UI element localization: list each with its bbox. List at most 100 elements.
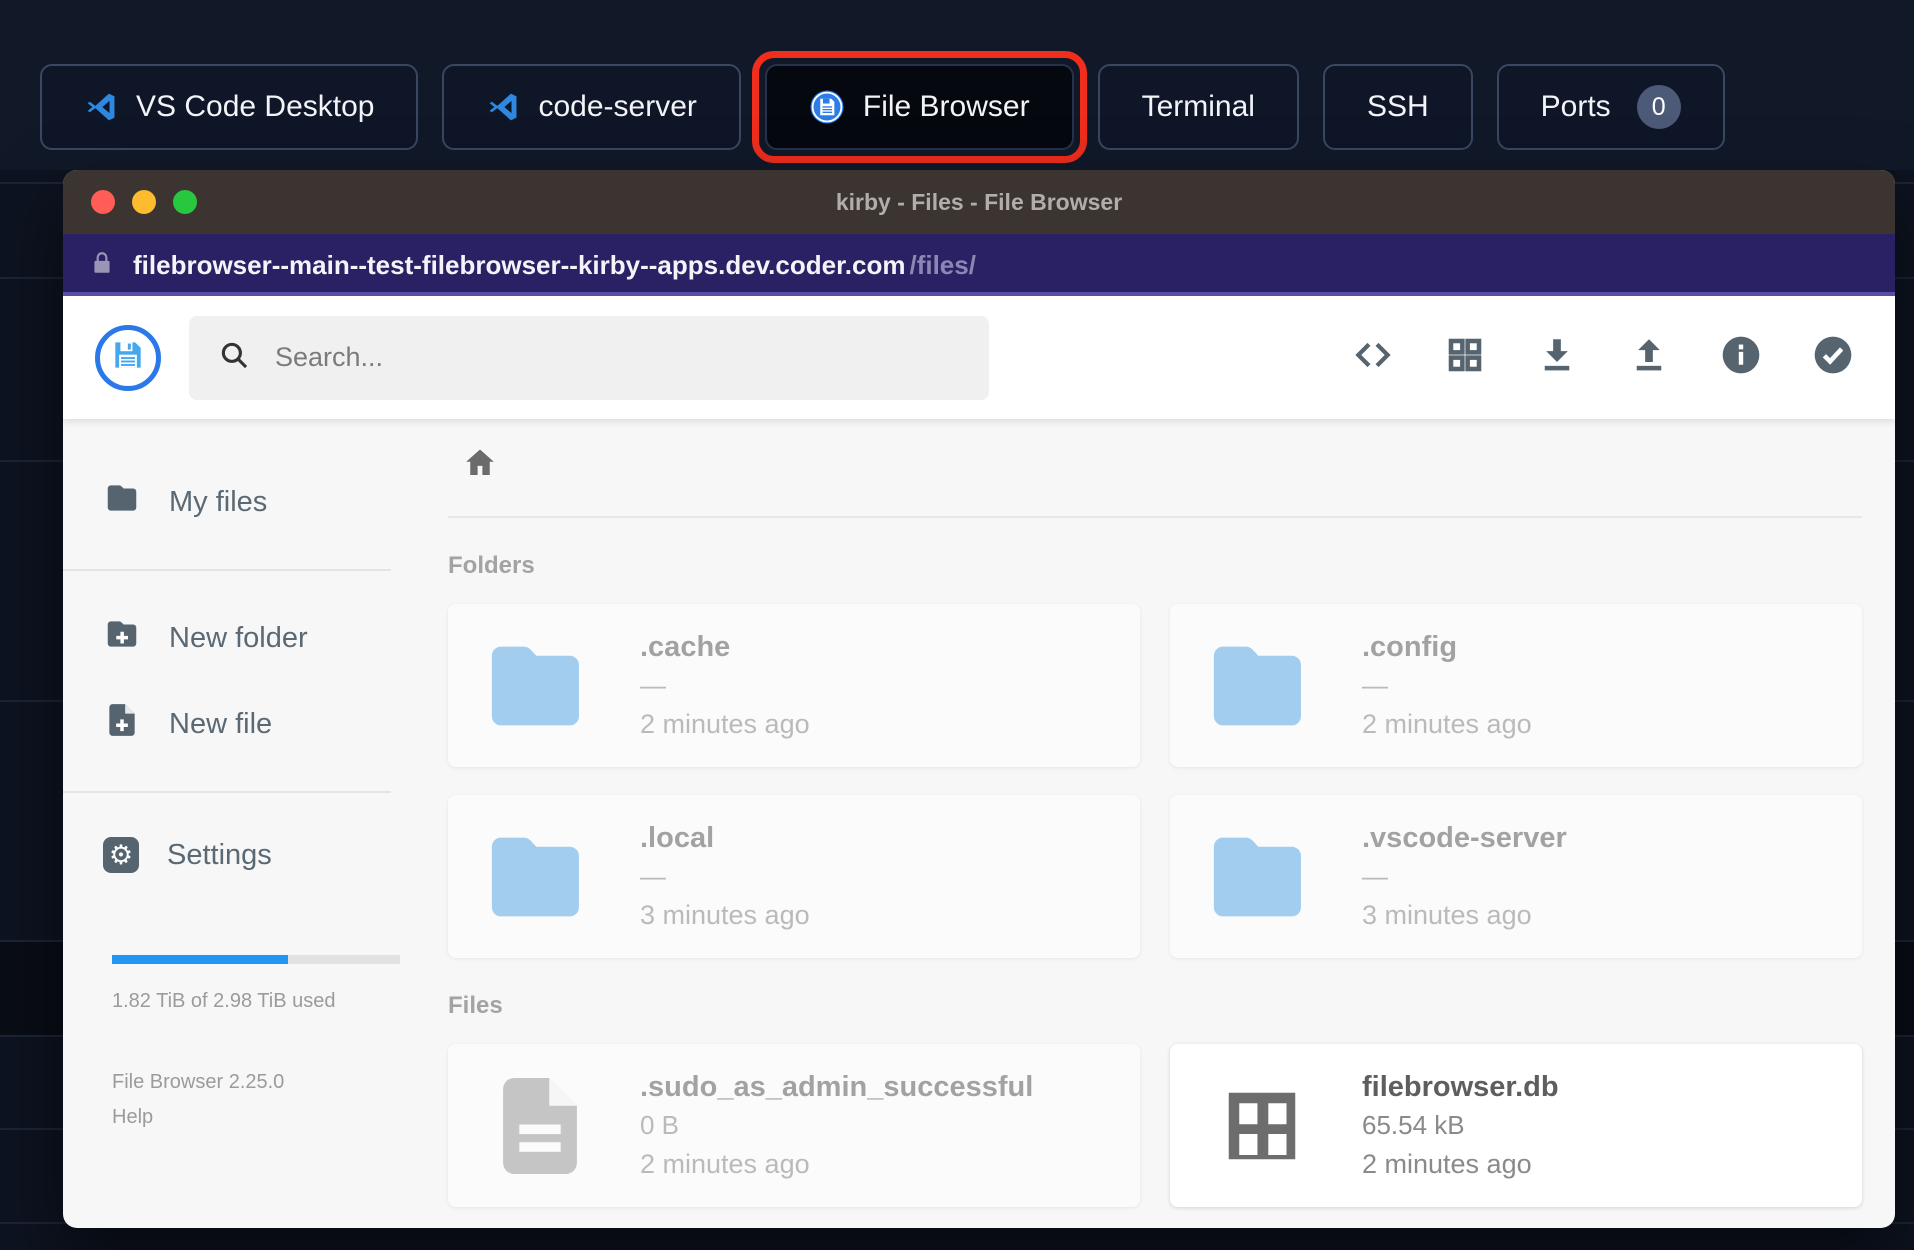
tab-label: code-server (538, 90, 697, 123)
file-modified-time: 2 minutes ago (1362, 709, 1532, 740)
folder-card-.vscode-server[interactable]: .vscode-server — 3 minutes ago (1170, 795, 1862, 958)
code-icon (1351, 333, 1395, 382)
sidebar-divider (63, 791, 391, 793)
breadcrumb-home[interactable] (448, 419, 498, 486)
tab-ports[interactable]: Ports 0 (1496, 64, 1725, 150)
settings-icon: ⚙ (103, 837, 139, 873)
file-name: filebrowser.db (1362, 1070, 1559, 1103)
search-icon (217, 338, 251, 377)
info-icon (1719, 333, 1763, 382)
traffic-lights (63, 190, 197, 214)
sidebar-item-label: New file (169, 707, 273, 740)
minimize-window-button[interactable] (132, 190, 156, 214)
switch-view-code-button[interactable] (1351, 336, 1395, 380)
app-version: File Browser 2.25.0 (112, 1071, 285, 1093)
file-name: .local (640, 821, 715, 854)
file-name: .sudo_as_admin_successful (640, 1070, 1034, 1103)
file-grid: .cache — 2 minutes ago .config — 2 minut… (448, 604, 1862, 958)
file-listing: Folders .cache — 2 minutes ago .config —… (411, 419, 1895, 1228)
file-modified-time: 2 minutes ago (1362, 1149, 1532, 1180)
file-size: — (1362, 670, 1388, 701)
upload-button[interactable] (1627, 336, 1671, 380)
tab-label: SSH (1366, 90, 1429, 123)
section-heading: Folders (448, 552, 535, 579)
folder-card-.config[interactable]: .config — 2 minutes ago (1170, 604, 1862, 767)
file-name: .config (1362, 630, 1458, 663)
document-icon (484, 1077, 596, 1174)
filebrowser-icon (809, 89, 845, 125)
sidebar-item-label: My files (169, 485, 268, 518)
workspace-topbar: VS Code Desktop code-server File Browser… (0, 0, 1914, 170)
download-button[interactable] (1535, 336, 1579, 380)
file-size: 0 B (640, 1110, 680, 1141)
file-modified-time: 2 minutes ago (640, 1149, 810, 1180)
file-section: Folders .cache — 2 minutes ago .config —… (448, 552, 1862, 958)
storage-usage-label: 1.82 TiB of 2.98 TiB used (112, 990, 336, 1012)
floppy-disk-icon (109, 336, 147, 379)
home-icon (462, 449, 498, 485)
tab-terminal[interactable]: Terminal (1097, 64, 1299, 150)
sidebar-item-settings[interactable]: ⚙ Settings (63, 817, 411, 893)
help-link[interactable]: Help (63, 1106, 153, 1129)
lock-icon (89, 250, 115, 281)
sidebar-item-my-files[interactable]: My files (63, 459, 411, 545)
tab-label: Terminal (1141, 90, 1255, 123)
url-domain: filebrowser--main--test-filebrowser--kir… (133, 249, 906, 280)
tab-ssh[interactable]: SSH (1322, 64, 1473, 150)
file-size: — (640, 670, 666, 701)
search-input[interactable] (275, 342, 961, 373)
file-modified-time: 2 minutes ago (640, 709, 810, 740)
folder-icon (1206, 831, 1318, 923)
file-modified-time: 3 minutes ago (1362, 900, 1532, 931)
new-folder-icon (103, 615, 141, 661)
info-button[interactable] (1719, 336, 1763, 380)
folder-icon (484, 831, 596, 923)
folder-icon (103, 479, 141, 525)
vscode-icon (486, 90, 520, 124)
section-heading: Files (448, 992, 503, 1019)
tab-file-browser[interactable]: File Browser (751, 51, 1087, 163)
window-titlebar: kirby - Files - File Browser (63, 170, 1895, 234)
search-bar[interactable] (189, 315, 989, 400)
tab-code-server[interactable]: code-server (442, 64, 741, 150)
file-card-filebrowser.db[interactable]: filebrowser.db 65.54 kB 2 minutes ago (1170, 1044, 1862, 1207)
folder-icon (484, 640, 596, 732)
sidebar-divider (63, 569, 391, 571)
switch-view-grid-button[interactable] (1443, 336, 1487, 380)
folder-card-.local[interactable]: .local — 3 minutes ago (448, 795, 1140, 958)
breadcrumb-divider (448, 516, 1862, 518)
storage-progress-track (112, 955, 400, 964)
check-circle-icon (1811, 333, 1855, 382)
database-icon (1206, 1084, 1318, 1168)
sidebar-item-new-file[interactable]: New file (63, 681, 411, 767)
file-section: Files .sudo_as_admin_successful 0 B 2 mi… (448, 992, 1862, 1207)
upload-icon (1628, 334, 1670, 381)
sidebar-item-label: New folder (169, 621, 308, 654)
file-modified-time: 3 minutes ago (640, 900, 810, 931)
sidebar: My files New folder New file ⚙ Settings … (63, 419, 411, 1228)
close-window-button[interactable] (91, 190, 115, 214)
vscode-icon (84, 90, 118, 124)
select-multiple-button[interactable] (1811, 336, 1855, 380)
tab-label: Ports (1540, 90, 1611, 123)
folder-card-.cache[interactable]: .cache — 2 minutes ago (448, 604, 1140, 767)
zoom-window-button[interactable] (173, 190, 197, 214)
browser-window: kirby - Files - File Browser filebrowser… (63, 170, 1895, 1228)
url-path: /files/ (909, 249, 976, 280)
storage-usage: 1.82 TiB of 2.98 TiB used (63, 955, 411, 1013)
sidebar-item-new-folder[interactable]: New folder (63, 595, 411, 681)
file-size: — (640, 861, 666, 892)
browser-url-bar[interactable]: filebrowser--main--test-filebrowser--kir… (63, 234, 1895, 296)
ports-count-badge: 0 (1636, 85, 1681, 129)
toolbar-actions (1351, 336, 1895, 380)
file-size: — (1362, 861, 1388, 892)
window-title: kirby - Files - File Browser (835, 188, 1123, 215)
tab-vscode-desktop[interactable]: VS Code Desktop (40, 64, 419, 150)
file-card-.sudo_as_admin_successful[interactable]: .sudo_as_admin_successful 0 B 2 minutes … (448, 1044, 1140, 1207)
app-tab-bar: VS Code Desktop code-server File Browser… (0, 0, 1914, 163)
filebrowser-logo[interactable] (95, 324, 161, 391)
tab-label: File Browser (862, 90, 1030, 123)
tab-label: VS Code Desktop (136, 90, 375, 123)
download-icon (1536, 334, 1578, 381)
new-file-icon (103, 701, 141, 747)
